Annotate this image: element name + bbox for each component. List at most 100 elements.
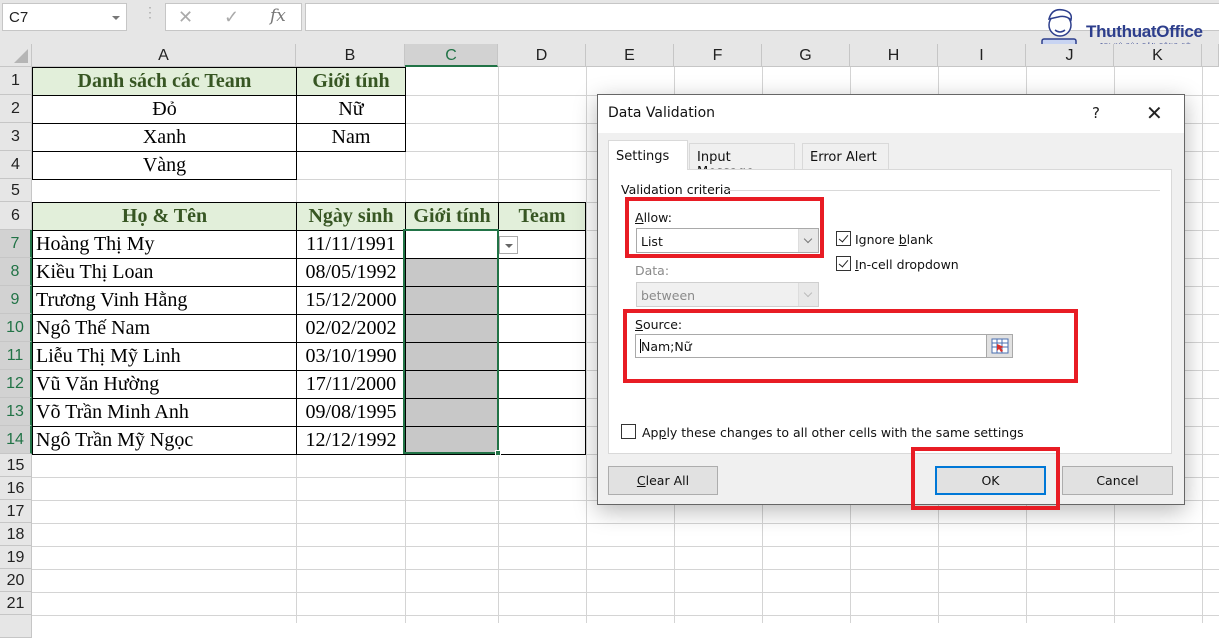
- chevron-down-icon[interactable]: [798, 229, 818, 252]
- range-select-button[interactable]: [986, 334, 1013, 358]
- row-header[interactable]: 18: [0, 523, 32, 546]
- row-header[interactable]: 2: [0, 95, 32, 123]
- source-input[interactable]: Nam;Nữ: [635, 334, 997, 358]
- ignore-blank-checkbox[interactable]: [836, 231, 851, 246]
- row-header[interactable]: 14: [0, 426, 32, 454]
- table-row-team[interactable]: [498, 314, 586, 343]
- table-row-gender[interactable]: [405, 398, 499, 427]
- table-row-name[interactable]: Trương Vinh Hằng: [32, 286, 297, 315]
- column-header-i[interactable]: I: [938, 44, 1026, 67]
- row-header[interactable]: 9: [0, 286, 32, 314]
- column-header-g[interactable]: G: [762, 44, 850, 67]
- table-row-dob[interactable]: 11/11/1991: [296, 230, 406, 259]
- row-header[interactable]: 17: [0, 500, 32, 523]
- table-row-dob[interactable]: 02/02/2002: [296, 314, 406, 343]
- cancel-button[interactable]: Cancel: [1062, 466, 1173, 495]
- cell-a6[interactable]: Họ & Tên: [32, 202, 297, 231]
- cell-c6[interactable]: Giới tính: [405, 202, 499, 231]
- row-header[interactable]: 16: [0, 477, 32, 500]
- table-row-gender[interactable]: [405, 286, 499, 315]
- row-header[interactable]: 6: [0, 202, 32, 230]
- close-icon[interactable]: ✕: [1146, 101, 1163, 125]
- table-row-gender[interactable]: [405, 314, 499, 343]
- cell-a2[interactable]: Đỏ: [32, 95, 297, 124]
- table-row-name[interactable]: Ngô Trần Mỹ Ngọc: [32, 426, 297, 455]
- table-row-gender[interactable]: [405, 230, 499, 259]
- cancel-icon[interactable]: ✕: [178, 7, 193, 28]
- row-header[interactable]: 15: [0, 454, 32, 477]
- table-row-gender[interactable]: [405, 426, 499, 455]
- cell-b2[interactable]: Nữ: [296, 95, 406, 124]
- column-header-f[interactable]: F: [674, 44, 762, 67]
- cell-a4[interactable]: Vàng: [32, 151, 297, 180]
- tab-settings[interactable]: Settings: [608, 140, 688, 170]
- clear-all-button[interactable]: Clear All: [608, 466, 718, 495]
- table-row-name[interactable]: Ngô Thế Nam: [32, 314, 297, 343]
- name-box-dropdown-icon[interactable]: [112, 16, 120, 20]
- table-row-gender[interactable]: [405, 370, 499, 399]
- table-row-dob[interactable]: 03/10/1990: [296, 342, 406, 371]
- in-cell-dropdown-checkbox[interactable]: [836, 256, 851, 271]
- dialog-titlebar[interactable]: Data Validation ? ✕: [598, 95, 1184, 133]
- table-row-team[interactable]: [498, 286, 586, 315]
- column-header-d[interactable]: D: [498, 44, 586, 67]
- column-header-j[interactable]: J: [1026, 44, 1114, 67]
- row-header[interactable]: 7: [0, 230, 32, 258]
- table-row-name[interactable]: Võ Trần Minh Anh: [32, 398, 297, 427]
- table-row-team[interactable]: [498, 398, 586, 427]
- row-header[interactable]: 12: [0, 370, 32, 398]
- tab-error-alert[interactable]: Error Alert: [802, 143, 889, 169]
- cell-b3[interactable]: Nam: [296, 123, 406, 152]
- column-header-b[interactable]: B: [296, 44, 405, 67]
- row-header[interactable]: 20: [0, 569, 32, 592]
- table-row-dob[interactable]: 17/11/2000: [296, 370, 406, 399]
- tab-input-message[interactable]: Input Message: [689, 143, 795, 180]
- column-header-c[interactable]: C: [405, 44, 498, 67]
- table-row-gender[interactable]: [405, 258, 499, 287]
- table-row-name[interactable]: Vũ Văn Hường: [32, 370, 297, 399]
- row-header[interactable]: [0, 615, 32, 638]
- table-row-name[interactable]: Liễu Thị Mỹ Linh: [32, 342, 297, 371]
- row-header[interactable]: 8: [0, 258, 32, 286]
- ok-button[interactable]: OK: [935, 466, 1046, 495]
- table-row-dob[interactable]: 09/08/1995: [296, 398, 406, 427]
- column-header-k[interactable]: K: [1114, 44, 1202, 67]
- table-row-dob[interactable]: 08/05/1992: [296, 258, 406, 287]
- column-header-l[interactable]: [1202, 44, 1219, 67]
- table-row-name[interactable]: Kiều Thị Loan: [32, 258, 297, 287]
- row-header[interactable]: 13: [0, 398, 32, 426]
- cell-a3[interactable]: Xanh: [32, 123, 297, 152]
- row-header[interactable]: 3: [0, 123, 32, 151]
- row-header[interactable]: 11: [0, 342, 32, 370]
- cell-b1[interactable]: Giới tính: [296, 67, 406, 96]
- table-row-dob[interactable]: 15/12/2000: [296, 286, 406, 315]
- column-header-e[interactable]: E: [586, 44, 674, 67]
- column-header-a[interactable]: A: [32, 44, 296, 67]
- data-select[interactable]: between: [636, 282, 819, 307]
- row-header[interactable]: 4: [0, 151, 32, 179]
- row-header[interactable]: 1: [0, 67, 32, 95]
- row-header[interactable]: 21: [0, 592, 32, 615]
- row-header[interactable]: 10: [0, 314, 32, 342]
- row-header[interactable]: 19: [0, 546, 32, 569]
- enter-icon[interactable]: ✓: [224, 7, 239, 28]
- cell-b6[interactable]: Ngày sinh: [296, 202, 406, 231]
- cell-d6[interactable]: Team: [498, 202, 586, 231]
- table-row-team[interactable]: [498, 258, 586, 287]
- table-row-team[interactable]: [498, 370, 586, 399]
- select-all-corner[interactable]: [0, 44, 32, 67]
- help-icon[interactable]: ?: [1092, 104, 1100, 122]
- column-header-h[interactable]: H: [850, 44, 938, 67]
- name-box[interactable]: C7: [2, 3, 127, 31]
- table-row-gender[interactable]: [405, 342, 499, 371]
- cell-dropdown-button[interactable]: [499, 236, 518, 254]
- table-row-team[interactable]: [498, 426, 586, 455]
- cell-a1[interactable]: Danh sách các Team: [32, 67, 297, 96]
- row-header[interactable]: 5: [0, 179, 32, 202]
- insert-function-icon[interactable]: fx: [270, 6, 286, 26]
- apply-all-checkbox[interactable]: [621, 424, 636, 439]
- table-row-name[interactable]: Hoàng Thị My: [32, 230, 297, 259]
- table-row-dob[interactable]: 12/12/1992: [296, 426, 406, 455]
- allow-select[interactable]: List: [636, 228, 819, 253]
- table-row-team[interactable]: [498, 342, 586, 371]
